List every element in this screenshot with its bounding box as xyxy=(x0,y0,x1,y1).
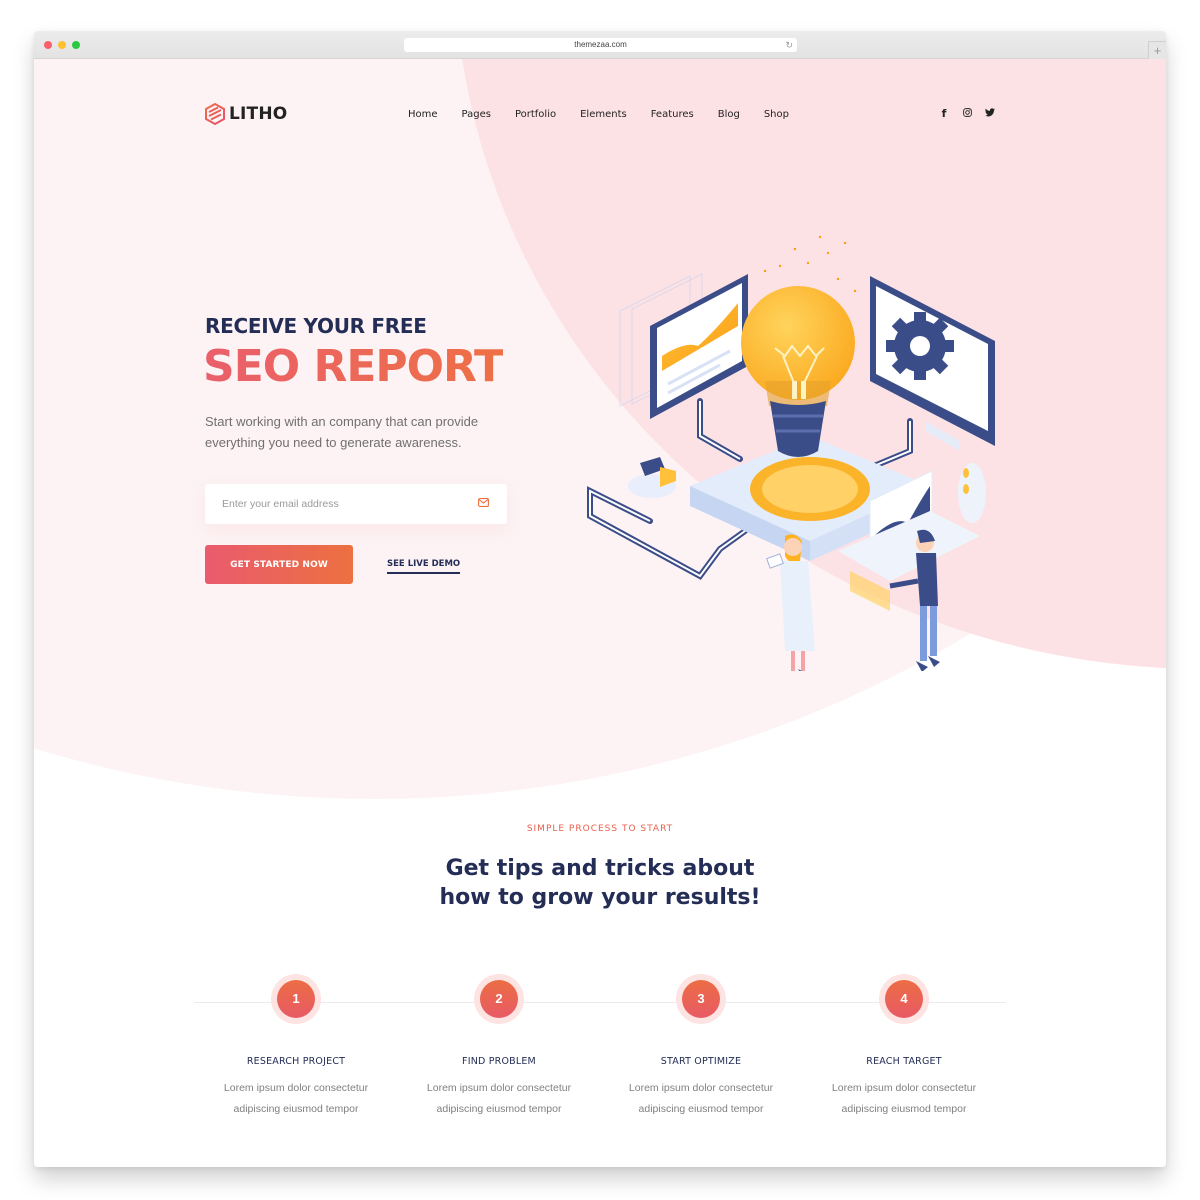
twitter-icon[interactable] xyxy=(985,107,995,120)
main-nav: Home Pages Portfolio Elements Features B… xyxy=(408,109,813,120)
gear-icon xyxy=(886,312,954,380)
nav-shop[interactable]: Shop xyxy=(764,109,789,120)
section-title: Get tips and tricks about how to grow yo… xyxy=(34,854,1166,912)
process-step: 2 FIND PROBLEM Lorem ipsum dolor consect… xyxy=(399,974,599,1120)
nav-home[interactable]: Home xyxy=(408,109,438,120)
step-number-badge: 2 xyxy=(474,974,524,1024)
step-number: 1 xyxy=(277,980,315,1018)
hero-kicker: RECEIVE YOUR FREE xyxy=(205,314,427,338)
email-form xyxy=(205,484,507,524)
logo-icon xyxy=(205,103,225,125)
email-input[interactable] xyxy=(222,484,462,524)
reload-icon[interactable]: ↻ xyxy=(785,38,793,52)
step-description-line: adipiscing eiusmod tempor xyxy=(841,1103,967,1115)
coin-capsule-icon xyxy=(958,463,986,523)
step-description-line: adipiscing eiusmod tempor xyxy=(638,1103,764,1115)
step-title: START OPTIMIZE xyxy=(660,1056,742,1067)
nav-portfolio[interactable]: Portfolio xyxy=(515,109,556,120)
step-description: Lorem ipsum dolor consectetur adipiscing… xyxy=(196,1078,396,1120)
facebook-icon[interactable]: f xyxy=(939,107,949,120)
step-description-line: adipiscing eiusmod tempor xyxy=(436,1103,562,1115)
step-description-line: Lorem ipsum dolor consectetur xyxy=(628,1082,774,1094)
see-live-demo-link[interactable]: SEE LIVE DEMO xyxy=(387,559,461,574)
new-tab-button[interactable]: + xyxy=(1148,41,1166,59)
sparkles xyxy=(763,235,857,293)
process-step: 1 RESEARCH PROJECT Lorem ipsum dolor con… xyxy=(196,974,396,1120)
step-number-badge: 3 xyxy=(676,974,726,1024)
pie-chart-icon xyxy=(628,457,676,498)
step-description-line: adipiscing eiusmod tempor xyxy=(233,1103,359,1115)
nav-blog[interactable]: Blog xyxy=(718,109,740,120)
step-title: RESEARCH PROJECT xyxy=(246,1056,346,1067)
nav-elements[interactable]: Elements xyxy=(580,109,627,120)
step-title: REACH TARGET xyxy=(866,1056,942,1067)
url-text: themezaa.com xyxy=(574,40,627,49)
mail-icon[interactable] xyxy=(478,498,489,507)
section-title-line-2: how to grow your results! xyxy=(439,885,761,910)
address-bar[interactable]: themezaa.com ↻ xyxy=(404,38,797,52)
minimize-window-button[interactable] xyxy=(58,41,66,49)
step-number: 3 xyxy=(682,980,720,1018)
left-monitor-icon xyxy=(650,274,748,419)
nav-pages[interactable]: Pages xyxy=(462,109,491,120)
step-number: 4 xyxy=(885,980,923,1018)
maximize-window-button[interactable] xyxy=(72,41,80,49)
step-description-line: Lorem ipsum dolor consectetur xyxy=(223,1082,369,1094)
step-number-badge: 4 xyxy=(879,974,929,1024)
hero-headline: SEO REPORT xyxy=(203,341,504,392)
step-title: FIND PROBLEM xyxy=(462,1056,536,1067)
instagram-icon[interactable] xyxy=(962,107,972,120)
step-number: 2 xyxy=(480,980,518,1018)
browser-titlebar: themezaa.com ↻ + xyxy=(34,31,1166,59)
section-eyebrow: SIMPLE PROCESS TO START xyxy=(526,824,674,834)
step-description: Lorem ipsum dolor consectetur adipiscing… xyxy=(601,1078,801,1120)
lightbulb-icon xyxy=(741,286,855,457)
step-number-badge: 1 xyxy=(271,974,321,1024)
step-description-line: Lorem ipsum dolor consectetur xyxy=(426,1082,572,1094)
logo[interactable]: LITHO xyxy=(205,103,287,125)
get-started-button[interactable]: GET STARTED NOW xyxy=(205,545,353,584)
process-step: 4 REACH TARGET Lorem ipsum dolor consect… xyxy=(804,974,1004,1120)
hero-illustration xyxy=(587,235,995,671)
social-links: f xyxy=(939,107,1008,120)
process-step: 3 START OPTIMIZE Lorem ipsum dolor conse… xyxy=(601,974,801,1120)
step-description: Lorem ipsum dolor consectetur adipiscing… xyxy=(399,1078,599,1120)
browser-window: themezaa.com ↻ + LITHO Home Pages Portfo… xyxy=(34,31,1166,1167)
page-viewport: LITHO Home Pages Portfolio Elements Feat… xyxy=(34,59,1166,1167)
step-description: Lorem ipsum dolor consectetur adipiscing… xyxy=(804,1078,1004,1120)
close-window-button[interactable] xyxy=(44,41,52,49)
step-description-line: Lorem ipsum dolor consectetur xyxy=(831,1082,977,1094)
logo-text: LITHO xyxy=(229,104,288,124)
nav-features[interactable]: Features xyxy=(651,109,694,120)
hero-description: Start working with an company that can p… xyxy=(205,414,479,450)
section-title-line-1: Get tips and tricks about xyxy=(445,856,755,881)
